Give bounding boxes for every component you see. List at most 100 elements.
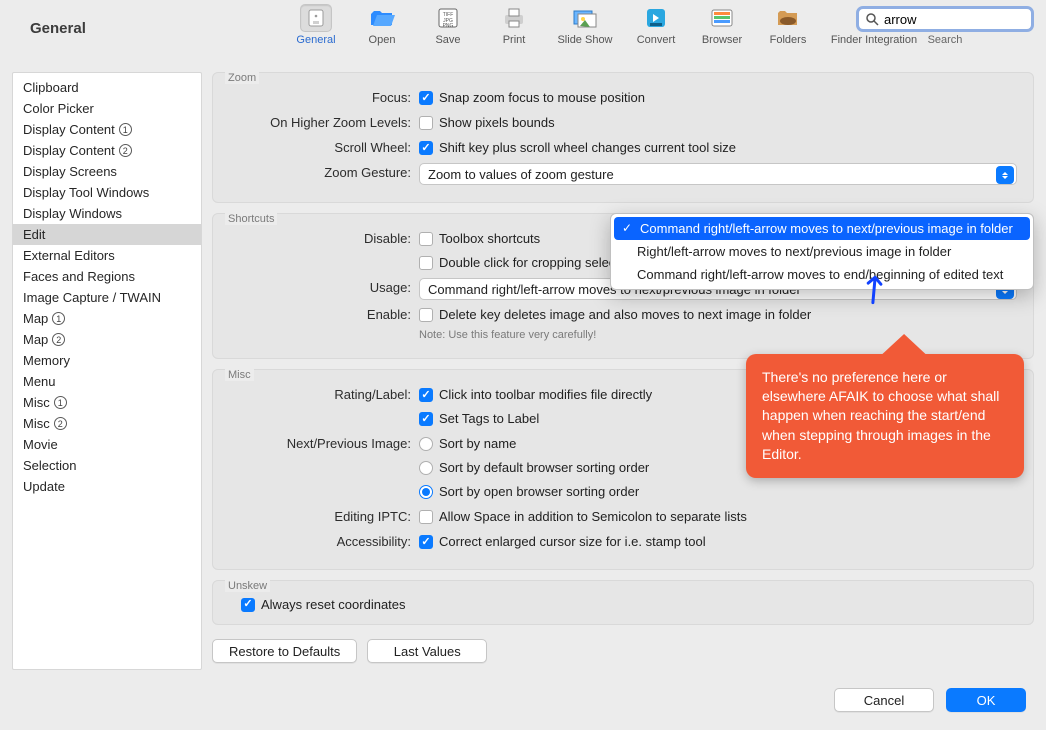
last-values-button[interactable]: Last Values <box>367 639 487 663</box>
sidebar-item-label: Update <box>23 479 65 494</box>
sidebar-item-label: Display Windows <box>23 206 122 221</box>
folder-open-icon <box>366 4 398 32</box>
sidebar-item-label: Misc <box>23 416 50 431</box>
text: Delete key deletes image and also moves … <box>439 305 811 325</box>
toolbar-item-folders[interactable]: Folders <box>762 4 814 46</box>
text: Double click for cropping selection <box>439 253 636 273</box>
search-field[interactable]: ✕ <box>856 6 1034 32</box>
sidebar-item-color-picker[interactable]: Color Picker <box>13 98 201 119</box>
label-focus: Focus: <box>229 88 419 108</box>
sidebar-item-label: Display Tool Windows <box>23 185 149 200</box>
sidebar-item-image-capture-twain[interactable]: Image Capture / TWAIN <box>13 287 201 308</box>
sidebar-item-label: External Editors <box>23 248 115 263</box>
toolbar-item-general[interactable]: General <box>290 4 342 46</box>
sidebar-item-label: Display Content <box>23 122 115 137</box>
sidebar-item-menu[interactable]: Menu <box>13 371 201 392</box>
select-zoom-gesture[interactable]: Zoom to values of zoom gesture <box>419 163 1017 185</box>
text: Allow Space in addition to Semicolon to … <box>439 507 747 527</box>
section-title-zoom: Zoom <box>225 72 259 84</box>
sidebar-item-memory[interactable]: Memory <box>13 350 201 371</box>
label-scroll-wheel: Scroll Wheel: <box>229 138 419 158</box>
sidebar-item-display-content[interactable]: Display Content1 <box>13 119 201 140</box>
text: Set Tags to Label <box>439 409 539 429</box>
cancel-button[interactable]: Cancel <box>834 688 934 712</box>
search-input[interactable] <box>882 11 1046 28</box>
sidebar-item-map[interactable]: Map1 <box>13 308 201 329</box>
label-disable: Disable: <box>229 229 419 249</box>
checkbox-always-reset-coords[interactable] <box>241 598 255 612</box>
toolbar-item-save[interactable]: TIFFJPGPNG Save <box>422 4 474 46</box>
text: Sort by default browser sorting order <box>439 458 649 478</box>
checkbox-doubleclick-crop[interactable] <box>419 256 433 270</box>
sidebar: ClipboardColor PickerDisplay Content1Dis… <box>12 72 202 670</box>
restore-defaults-button[interactable]: Restore to Defaults <box>212 639 357 663</box>
sidebar-item-label: Image Capture / TWAIN <box>23 290 161 305</box>
browser-icon <box>706 4 738 32</box>
sidebar-item-display-content[interactable]: Display Content 2 <box>13 140 201 161</box>
badge-icon: 2 <box>119 144 132 157</box>
toolbar: General General Open TIFFJPGPNG Save <box>0 0 1046 62</box>
toolbar-item-print[interactable]: Print <box>488 4 540 46</box>
label-higher-zoom: On Higher Zoom Levels: <box>229 113 419 133</box>
sidebar-item-label: Map <box>23 332 48 347</box>
text: Always reset coordinates <box>261 597 406 612</box>
text: Show pixels bounds <box>439 113 555 133</box>
label-rating: Rating/Label: <box>229 385 419 405</box>
toolbar-item-browser[interactable]: Browser <box>696 4 748 46</box>
sidebar-item-label: Display Content <box>23 143 115 158</box>
sidebar-item-update[interactable]: Update <box>13 476 201 497</box>
sidebar-item-selection[interactable]: Selection <box>13 455 201 476</box>
sidebar-item-display-windows[interactable]: Display Windows <box>13 203 201 224</box>
text: Sort by open browser sorting order <box>439 482 639 502</box>
sidebar-item-display-screens[interactable]: Display Screens <box>13 161 201 182</box>
sidebar-item-label: Edit <box>23 227 45 242</box>
toolbar-item-open[interactable]: Open <box>356 4 408 46</box>
label-next-prev: Next/Previous Image: <box>229 434 419 454</box>
checkbox-rating-toolbar[interactable] <box>419 388 433 402</box>
gear-icon <box>300 4 332 32</box>
badge-icon: 1 <box>54 396 67 409</box>
checkbox-scroll-wheel[interactable] <box>419 141 433 155</box>
dropdown-option[interactable]: Command right/left-arrow moves to next/p… <box>614 217 1030 240</box>
sidebar-item-map[interactable]: Map2 <box>13 329 201 350</box>
sidebar-item-edit[interactable]: Edit <box>13 224 201 245</box>
usage-dropdown-menu: Command right/left-arrow moves to next/p… <box>610 213 1034 290</box>
radio-sort-name[interactable] <box>419 437 433 451</box>
sidebar-item-clipboard[interactable]: Clipboard <box>13 77 201 98</box>
checkbox-set-tags-label[interactable] <box>419 412 433 426</box>
sidebar-item-external-editors[interactable]: External Editors <box>13 245 201 266</box>
sidebar-item-label: Memory <box>23 353 70 368</box>
checkbox-iptc-space[interactable] <box>419 510 433 524</box>
checkbox-snap-zoom-focus[interactable] <box>419 91 433 105</box>
checkbox-show-pixel-bounds[interactable] <box>419 116 433 130</box>
print-icon <box>498 4 530 32</box>
radio-sort-default[interactable] <box>419 461 433 475</box>
sidebar-item-faces-and-regions[interactable]: Faces and Regions <box>13 266 201 287</box>
sidebar-item-movie[interactable]: Movie <box>13 434 201 455</box>
checkbox-toolbox-shortcuts[interactable] <box>419 232 433 246</box>
sidebar-item-label: Selection <box>23 458 76 473</box>
dropdown-option[interactable]: Command right/left-arrow moves to end/be… <box>611 263 1033 286</box>
sidebar-item-label: Misc <box>23 395 50 410</box>
dropdown-option[interactable]: Right/left-arrow moves to next/previous … <box>611 240 1033 263</box>
slideshow-icon <box>569 4 601 32</box>
ok-button[interactable]: OK <box>946 688 1026 712</box>
label-usage: Usage: <box>229 278 419 298</box>
sidebar-item-misc[interactable]: Misc 1 <box>13 392 201 413</box>
section-unskew: Unskew Always reset coordinates <box>212 580 1034 625</box>
toolbar-item-slideshow[interactable]: Slide Show <box>554 4 616 46</box>
section-zoom: Zoom Focus: Snap zoom focus to mouse pos… <box>212 72 1034 203</box>
radio-sort-open-browser[interactable] <box>419 485 433 499</box>
toolbar-item-convert[interactable]: Convert <box>630 4 682 46</box>
text: Snap zoom focus to mouse position <box>439 88 645 108</box>
sidebar-item-label: Map <box>23 311 48 326</box>
text: Shift key plus scroll wheel changes curr… <box>439 138 736 158</box>
svg-text:PNG: PNG <box>443 23 454 29</box>
text: Click into toolbar modifies file directl… <box>439 385 652 405</box>
search-icon <box>865 12 879 26</box>
sidebar-item-label: Display Screens <box>23 164 117 179</box>
sidebar-item-display-tool-windows[interactable]: Display Tool Windows <box>13 182 201 203</box>
sidebar-item-misc[interactable]: Misc2 <box>13 413 201 434</box>
checkbox-delete-key[interactable] <box>419 308 433 322</box>
checkbox-accessibility-cursor[interactable] <box>419 535 433 549</box>
